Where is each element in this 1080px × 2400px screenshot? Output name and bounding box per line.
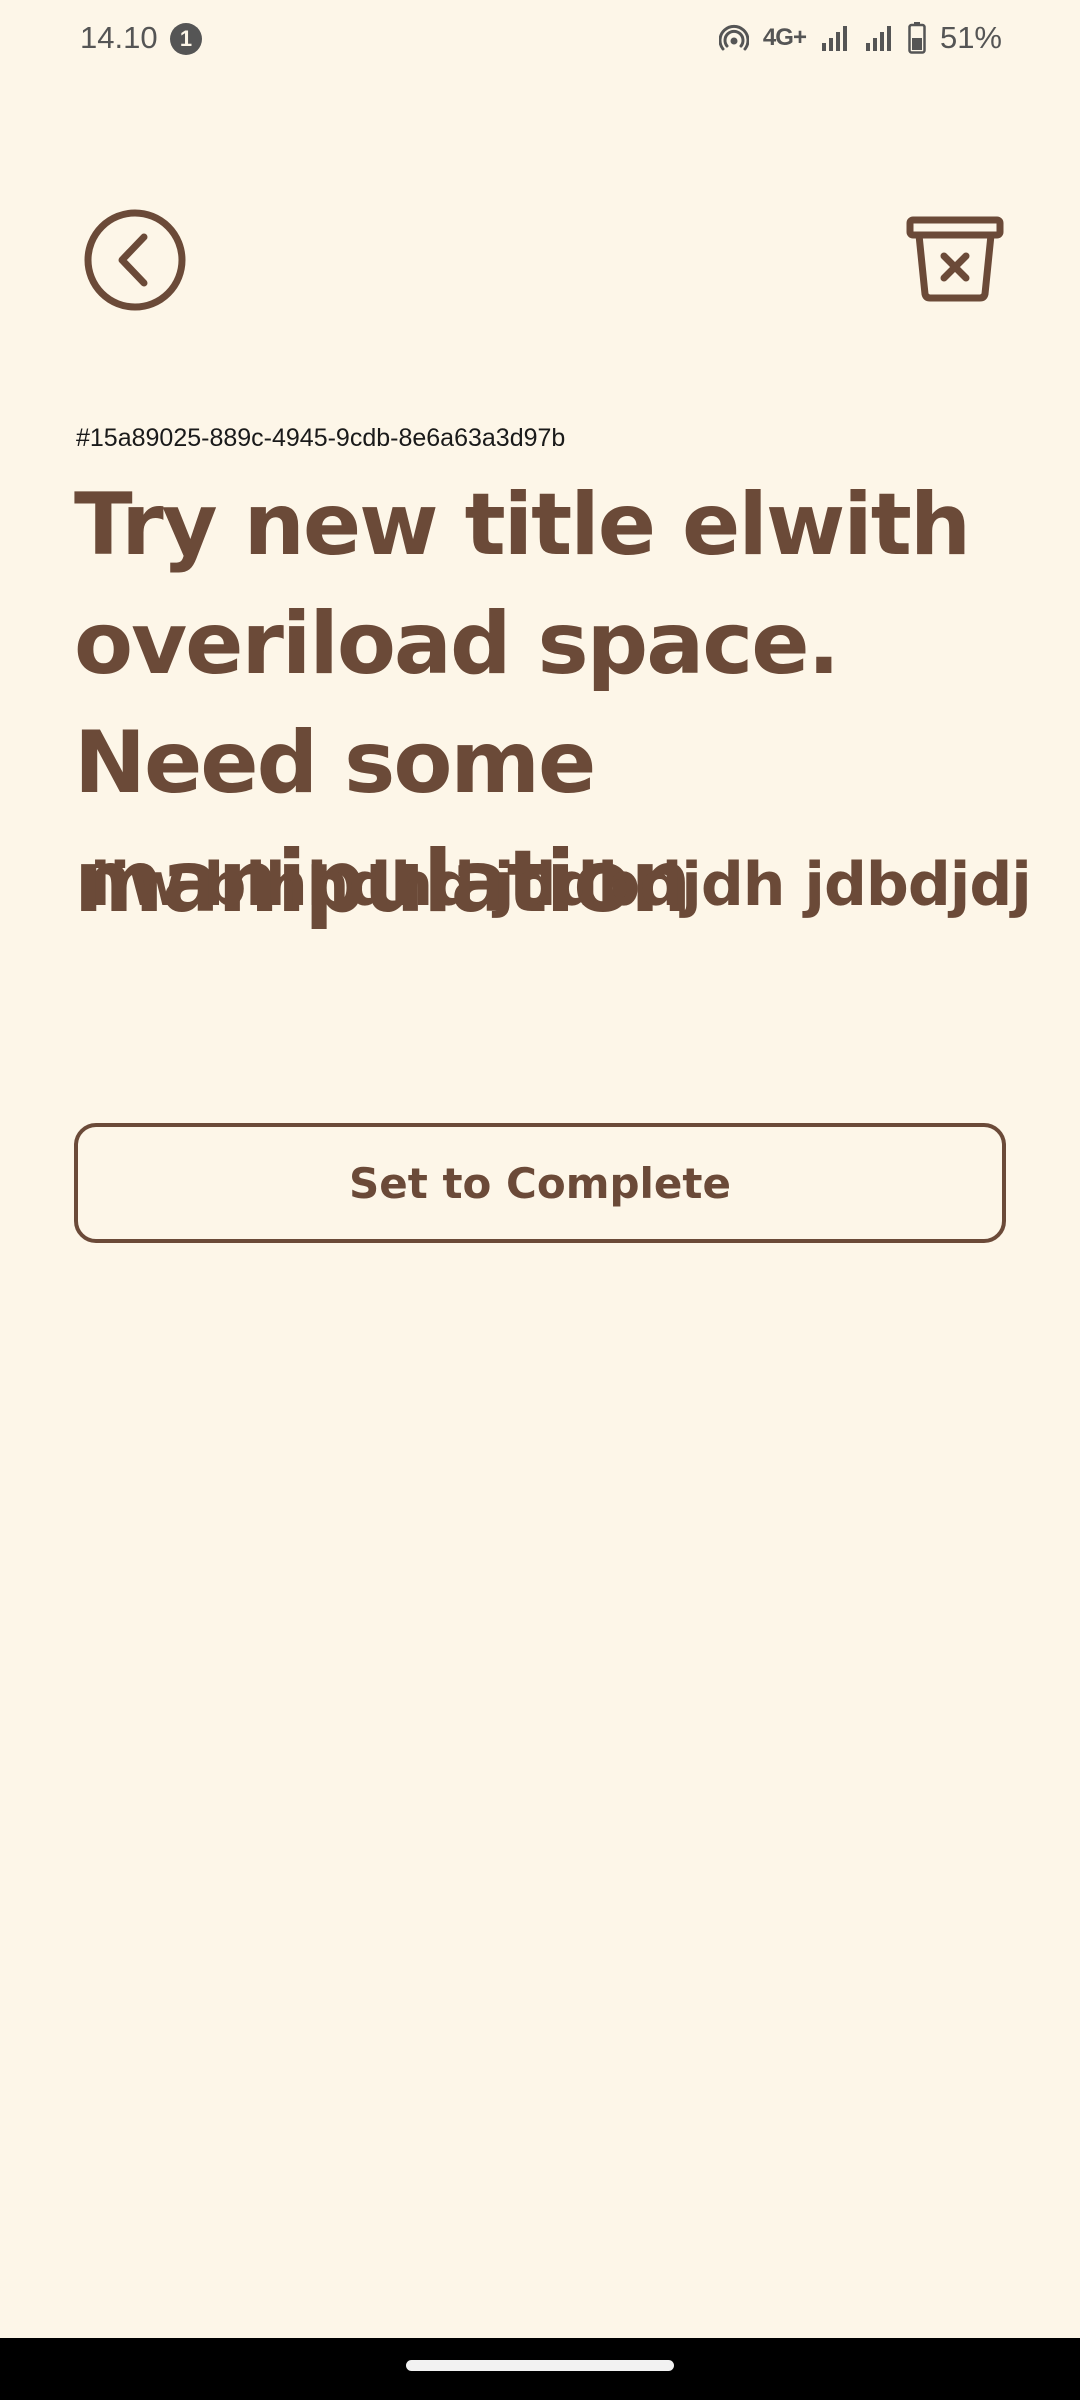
status-bar: 14.10 1 4G+ 51%: [0, 0, 1080, 80]
trash-x-icon: [905, 216, 1005, 308]
hotspot-icon: [718, 23, 749, 53]
battery-percent: 51%: [939, 20, 1002, 55]
network-type: 4G+: [762, 24, 807, 51]
battery-icon: [908, 22, 926, 54]
status-time: 14.10: [80, 20, 158, 55]
signal-icon-1: [820, 23, 850, 53]
delete-button[interactable]: [905, 214, 1005, 304]
home-indicator[interactable]: [406, 2360, 674, 2371]
navigation-bar: [0, 2338, 1080, 2400]
chevron-left-circle-icon: [84, 209, 186, 315]
back-button[interactable]: [84, 209, 186, 311]
task-description: iiw bihhdhd jddbdjdh jdbdjdj: [90, 850, 1032, 920]
signal-icon-2: [864, 23, 894, 53]
notification-badge: 1: [170, 23, 202, 55]
status-icons: 4G+ 51%: [718, 20, 1002, 56]
set-complete-button[interactable]: Set to Complete: [74, 1123, 1006, 1243]
task-id: #15a89025-889c-4945-9cdb-8e6a63a3d97b: [76, 424, 566, 452]
